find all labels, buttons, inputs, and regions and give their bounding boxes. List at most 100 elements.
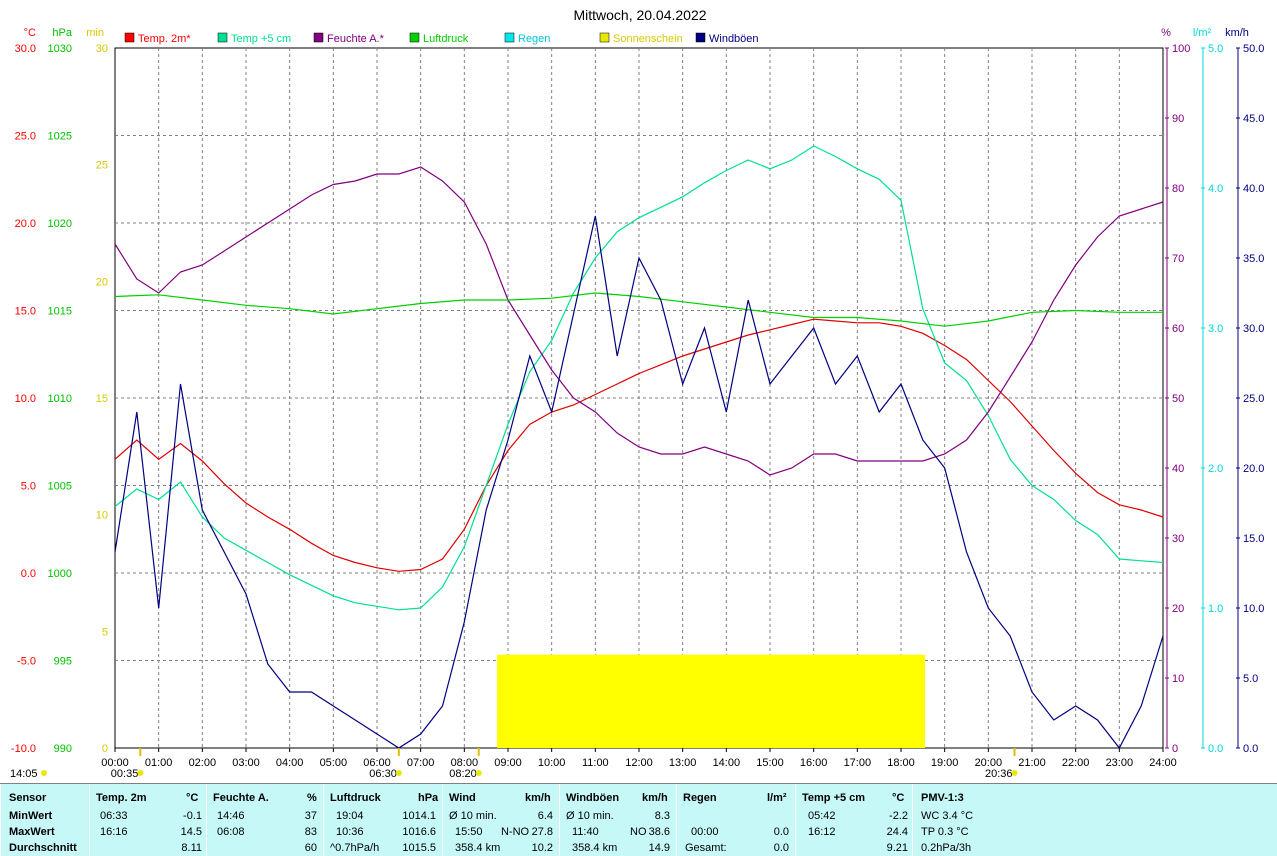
temp5cm-max-time: 16:12: [808, 826, 836, 838]
summary-col-temp5cm: Temp +5 cm °C 05:42 16:12 -2.2 24.4 9.21: [795, 784, 912, 856]
humidity-tick-label: 20: [1172, 603, 1184, 615]
temp5cm-min: -2.2: [889, 810, 908, 822]
rain-tick-label: 2.0: [1208, 463, 1223, 475]
rain-tick-label: 0.0: [1208, 743, 1223, 755]
temp-tick-label: 5.0: [21, 481, 36, 493]
x-tick-label: 05:00: [320, 757, 348, 769]
luftdruck-max-time: 10:36: [336, 826, 364, 838]
sun-tick-label: 0: [102, 743, 108, 755]
pmv-trend: 0.2hPa/3h: [921, 842, 972, 854]
summary-col-pmv: PMV-1:3 WC 3.4 °C TP 0.3 °C 0.2hPa/3h: [912, 784, 1277, 856]
temp-tick-label: 0.0: [21, 568, 36, 580]
sunshine-bars: [497, 654, 926, 748]
sun-tick-label: 10: [96, 510, 108, 522]
temp5cm-max: 24.4: [886, 826, 908, 838]
feuchte-min: 37: [304, 810, 317, 822]
wind-tick-label: 20.0: [1243, 463, 1264, 475]
temp2m-header: Temp. 2m: [96, 792, 147, 804]
sun-tick-label: 30: [96, 43, 108, 55]
wind-unit: km/h: [525, 792, 551, 804]
pressure-tick-label: 995: [54, 656, 72, 668]
wind-tick-label: 50.0: [1243, 43, 1264, 55]
x-tick-label: 15:00: [756, 757, 784, 769]
humidity-tick-label: 40: [1172, 463, 1184, 475]
x-tick-label: 23:00: [1106, 757, 1134, 769]
humidity-tick-label: 90: [1172, 113, 1184, 125]
pressure-tick-label: 1010: [48, 393, 72, 405]
marker-label: 08:20: [449, 768, 477, 780]
wind-tick-label: 25.0: [1243, 393, 1264, 405]
temp2m-min: -0.1: [183, 810, 202, 822]
pressure-unit-label: hPa: [52, 27, 72, 39]
temp2m-max: 14.5: [180, 826, 202, 838]
windboeen-distance: 358.4 km: [572, 842, 618, 854]
temp-tick-label: -5.0: [17, 656, 36, 668]
humidity-tick-label: 60: [1172, 323, 1184, 335]
summary-col-feuchte: Feuchte A. % 14:46 06:08 37 83 60: [206, 784, 323, 856]
regen-max-time: 00:00: [691, 826, 719, 838]
luftdruck-unit: hPa: [418, 792, 439, 804]
luftdruck-min-time: 19:04: [336, 810, 364, 822]
humidity-tick-label: 50: [1172, 393, 1184, 405]
legend-swatch: [217, 32, 228, 43]
legend-swatch: [504, 32, 515, 43]
temp-tick-label: 25.0: [15, 131, 36, 143]
humidity-unit-label: %: [1161, 27, 1171, 39]
legend-label: Regen: [518, 33, 550, 45]
sunshine-bar: [497, 654, 926, 748]
feuchte-max-time: 06:08: [217, 826, 245, 838]
humidity-tick-label: 30: [1172, 533, 1184, 545]
marker-dot: [395, 770, 402, 776]
feuchte-unit: %: [307, 792, 317, 804]
luftdruck-avg: 1015.5: [402, 842, 436, 854]
humidity-tick-label: 100: [1172, 43, 1190, 55]
regen-header: Regen: [683, 792, 717, 804]
row-label-min: MinWert: [9, 810, 53, 822]
regen-max: 0.0: [773, 826, 789, 838]
wind-avg-label: Ø 10 min.: [449, 810, 497, 822]
feuchte-avg: 60: [304, 842, 317, 854]
x-tick-label: 07:00: [407, 757, 435, 769]
luftdruck-min: 1014.1: [402, 810, 436, 822]
summary-col-luftdruck: Luftdruck hPa 19:04 10:36 ^0.7hPa/h 1014…: [323, 784, 442, 856]
temp2m-avg: 8.11: [181, 842, 202, 854]
sun-unit-label: min: [86, 27, 104, 39]
rain-tick-label: 1.0: [1208, 603, 1223, 615]
windboeen-header: Windböen: [566, 792, 620, 804]
windboeen-max: 38.6: [648, 826, 670, 838]
marker-dot: [137, 770, 144, 776]
windboeen-avg: 14.9: [648, 842, 670, 854]
luftdruck-trend: ^0.7hPa/h: [330, 842, 380, 854]
temp2m-unit: °C: [186, 792, 199, 804]
x-tick-label: 01:00: [145, 757, 173, 769]
legend-label: Feuchte A.*: [327, 33, 385, 45]
sensor-header: Sensor: [9, 792, 47, 804]
temp5cm-unit: °C: [892, 792, 905, 804]
sun-tick-label: 20: [96, 276, 108, 288]
pressure-tick-label: 1025: [48, 131, 72, 143]
x-tick-label: 17:00: [844, 757, 872, 769]
summary-table: Sensor MinWert MaxWert Durchschnitt Temp…: [0, 783, 1277, 856]
pressure-tick-label: 1020: [48, 218, 72, 230]
marker-dot: [475, 770, 482, 776]
x-tick-label: 09:00: [494, 757, 522, 769]
temp-unit-label: °C: [24, 27, 36, 39]
wind-distance: 358.4 km: [455, 842, 501, 854]
wind-tick-label: 15.0: [1243, 533, 1264, 545]
legend-swatch: [599, 32, 610, 43]
temp-tick-label: 30.0: [15, 43, 36, 55]
marker-label: 20:36: [985, 768, 1013, 780]
row-label-max: MaxWert: [9, 826, 55, 838]
wind-tick-label: 30.0: [1243, 323, 1264, 335]
wind-header: Wind: [449, 792, 476, 804]
marker-label: 06:30: [369, 768, 397, 780]
x-tick-label: 13:00: [669, 757, 697, 769]
feuchte-min-time: 14:46: [217, 810, 245, 822]
pressure-tick-label: 1030: [48, 43, 72, 55]
regen-total: 0.0: [773, 842, 789, 854]
wind-tick-label: 35.0: [1243, 253, 1264, 265]
sun-tick-label: 25: [96, 160, 108, 172]
regen-total-label: Gesamt:: [685, 842, 727, 854]
x-tick-label: 03:00: [232, 757, 260, 769]
sun-tick-label: 15: [96, 393, 108, 405]
